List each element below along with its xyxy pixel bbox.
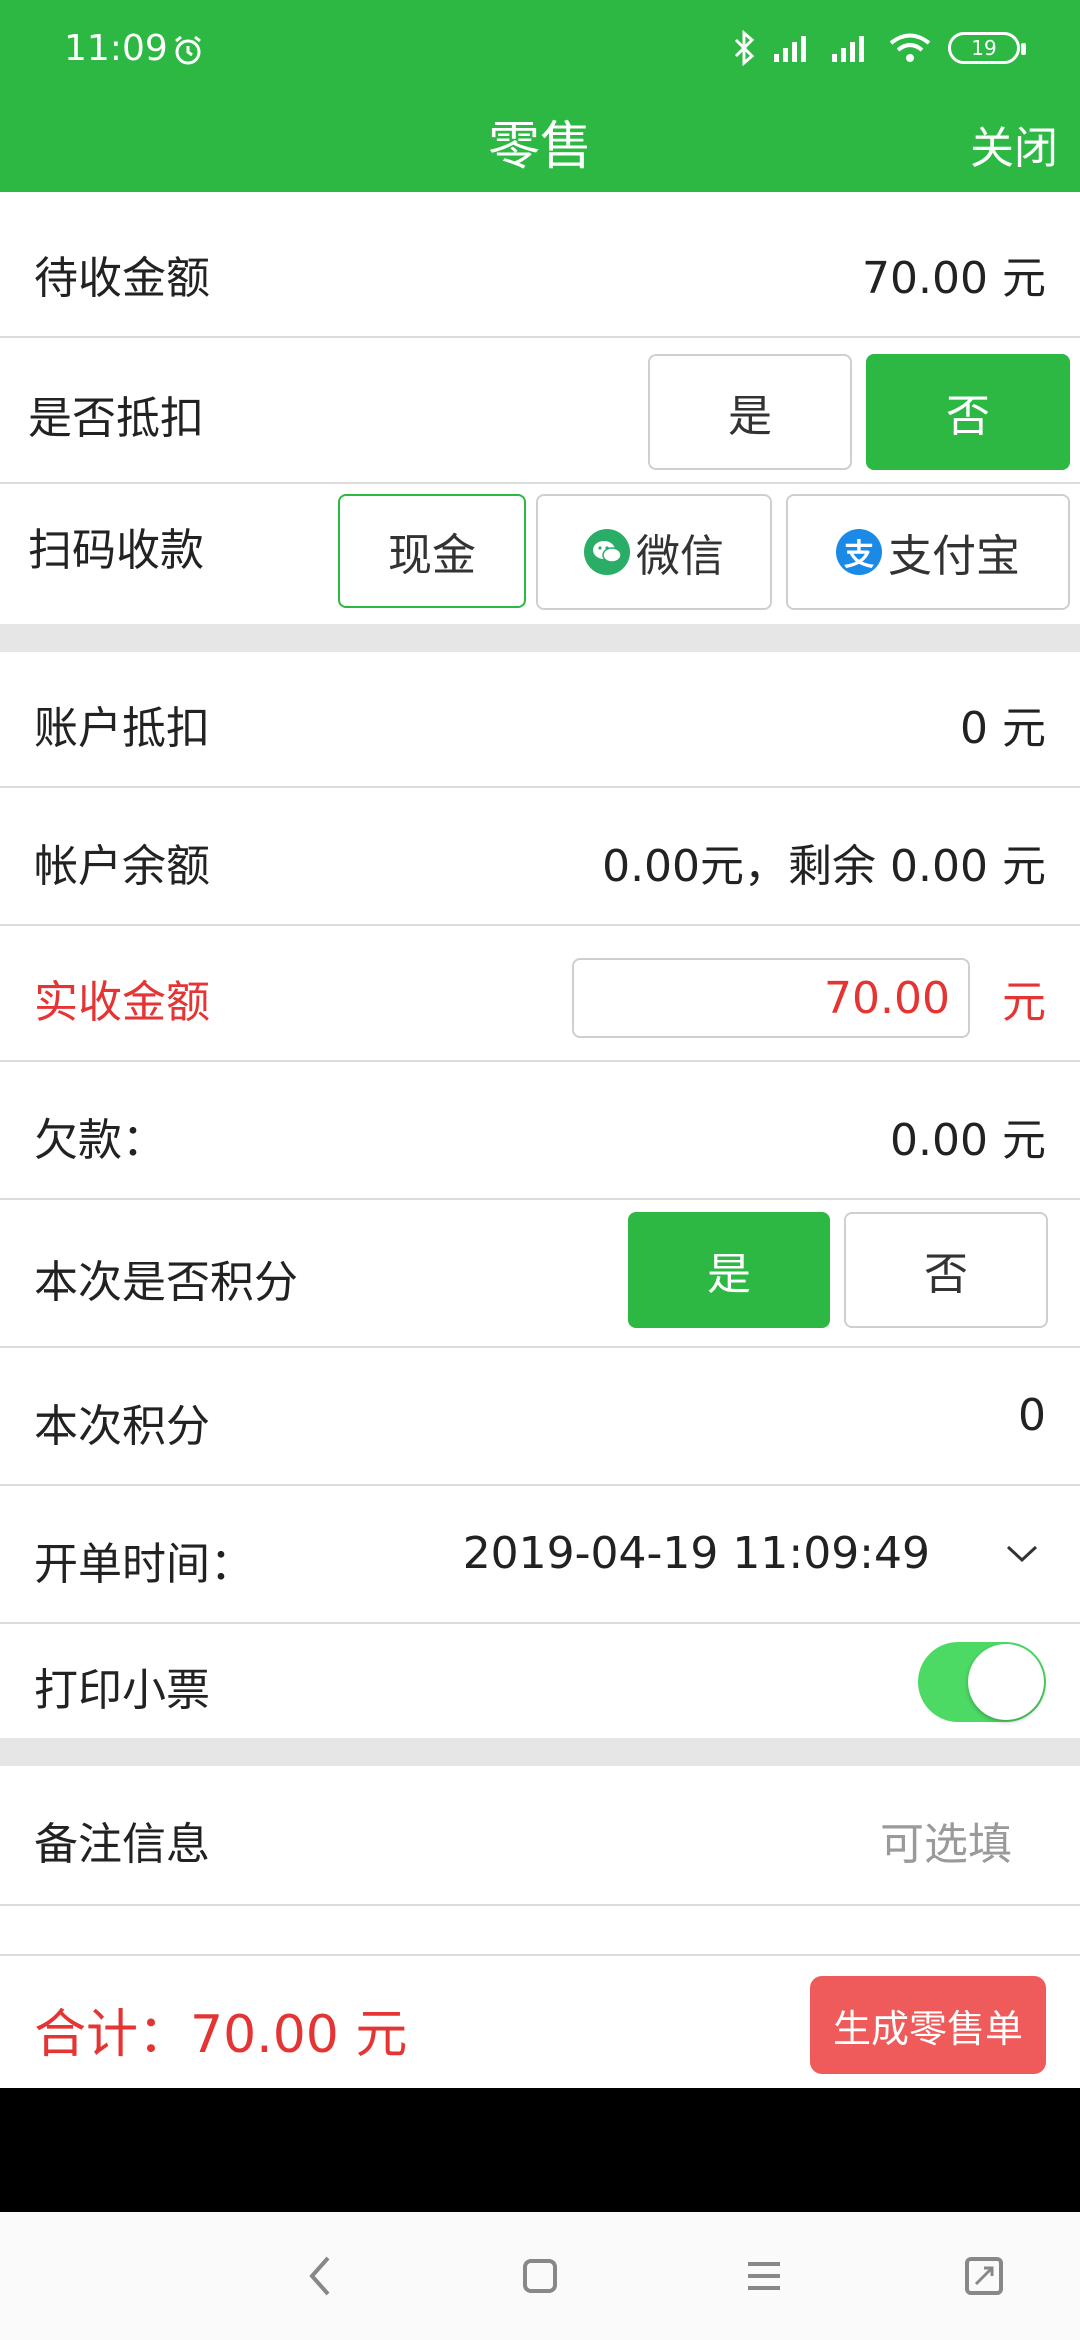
order-time-value[interactable]: 2019-04-19 11:09:49 xyxy=(463,1528,930,1579)
wechat-pay-label: 微信 xyxy=(636,531,724,582)
keyboard-area xyxy=(0,2088,1080,2212)
account-balance-row: 帐户余额 0.00元，剩余 0.00 元 xyxy=(0,790,1080,926)
back-icon[interactable] xyxy=(292,2248,348,2304)
deduct-choice-label: 是否抵扣 xyxy=(28,393,204,444)
points-choice-label: 本次是否积分 xyxy=(34,1257,298,1308)
account-deduct-row: 账户抵扣 0 元 xyxy=(0,652,1080,788)
alarm-icon xyxy=(175,35,201,65)
total-amount: 合计：70.00 元 xyxy=(34,2005,408,2065)
signal-icon xyxy=(774,36,806,62)
points-yes-button[interactable]: 是 xyxy=(628,1212,830,1328)
print-receipt-label: 打印小票 xyxy=(34,1665,210,1716)
alipay-label: 支付宝 xyxy=(888,531,1020,582)
actual-amount-label: 实收金额 xyxy=(34,977,210,1028)
status-bar: 11:09 19 xyxy=(0,0,1080,96)
points-value: 0 xyxy=(1018,1390,1046,1441)
actual-amount-input[interactable] xyxy=(572,958,970,1038)
order-time-label: 开单时间： xyxy=(34,1539,254,1590)
print-receipt-row: 打印小票 xyxy=(0,1626,1080,1738)
battery-indicator: 19 xyxy=(948,32,1026,64)
deduct-choice-row: 是否抵扣 是 否 xyxy=(0,340,1080,484)
actual-amount-row: 实收金额 元 xyxy=(0,928,1080,1062)
debt-label: 欠款： xyxy=(34,1115,166,1166)
points-label: 本次积分 xyxy=(34,1401,210,1452)
chevron-down-icon[interactable] xyxy=(1004,1542,1040,1566)
print-receipt-toggle[interactable] xyxy=(918,1642,1046,1722)
create-retail-order-button[interactable]: 生成零售单 xyxy=(810,1976,1046,2074)
page-title: 零售 xyxy=(487,117,592,177)
bluetooth-icon xyxy=(734,30,755,66)
actual-amount-unit: 元 xyxy=(1002,977,1046,1028)
account-deduct-value: 0 元 xyxy=(960,703,1046,754)
points-choice-row: 本次是否积分 是 否 xyxy=(0,1202,1080,1348)
toggle-knob xyxy=(968,1644,1044,1720)
pending-amount-value: 70.00 元 xyxy=(862,253,1046,304)
deduct-no-button[interactable]: 否 xyxy=(866,354,1070,470)
points-row: 本次积分 0 xyxy=(0,1350,1080,1486)
wechat-pay-button[interactable]: 微信 xyxy=(536,494,772,610)
points-no-button[interactable]: 否 xyxy=(844,1212,1048,1328)
top-bar: 11:09 19 零售 关闭 xyxy=(0,0,1080,192)
footer-bar: 合计：70.00 元 生成零售单 xyxy=(0,1954,1080,2088)
pending-amount-row: 待收金额 70.00 元 xyxy=(0,200,1080,338)
status-icons: 19 xyxy=(732,30,1026,66)
alipay-button[interactable]: 支 支付宝 xyxy=(786,494,1070,610)
debt-row: 欠款： 0.00 元 xyxy=(0,1064,1080,1200)
remark-label: 备注信息 xyxy=(34,1819,210,1870)
account-balance-label: 帐户余额 xyxy=(34,841,210,892)
order-time-row[interactable]: 开单时间： 2019-04-19 11:09:49 xyxy=(0,1488,1080,1624)
debt-value: 0.00 元 xyxy=(890,1115,1046,1166)
wifi-icon xyxy=(889,33,931,62)
section-divider xyxy=(0,624,1080,652)
alipay-icon: 支 xyxy=(836,529,882,575)
cash-button[interactable]: 现金 xyxy=(338,494,526,608)
section-divider xyxy=(0,1738,1080,1766)
scan-payment-label: 扫码收款 xyxy=(28,525,204,576)
scan-payment-row: 扫码收款 现金 微信 支 支付宝 xyxy=(0,486,1080,624)
signal-icon xyxy=(832,36,864,62)
screenshot-icon[interactable] xyxy=(956,2248,1012,2304)
deduct-yes-button[interactable]: 是 xyxy=(648,354,852,470)
cash-button-label: 现金 xyxy=(388,530,476,581)
account-deduct-label: 账户抵扣 xyxy=(34,703,210,754)
menu-icon[interactable] xyxy=(736,2248,792,2304)
system-nav-bar xyxy=(0,2212,1080,2340)
close-button[interactable]: 关闭 xyxy=(970,112,1058,176)
status-time: 11:09 xyxy=(64,28,168,69)
home-icon[interactable] xyxy=(512,2248,568,2304)
remark-row: 备注信息 可选填 xyxy=(0,1766,1080,1906)
pending-amount-label: 待收金额 xyxy=(34,253,210,304)
wechat-icon xyxy=(584,529,630,575)
account-balance-value: 0.00元，剩余 0.00 元 xyxy=(602,841,1046,892)
remark-input[interactable]: 可选填 xyxy=(880,1808,1012,1872)
